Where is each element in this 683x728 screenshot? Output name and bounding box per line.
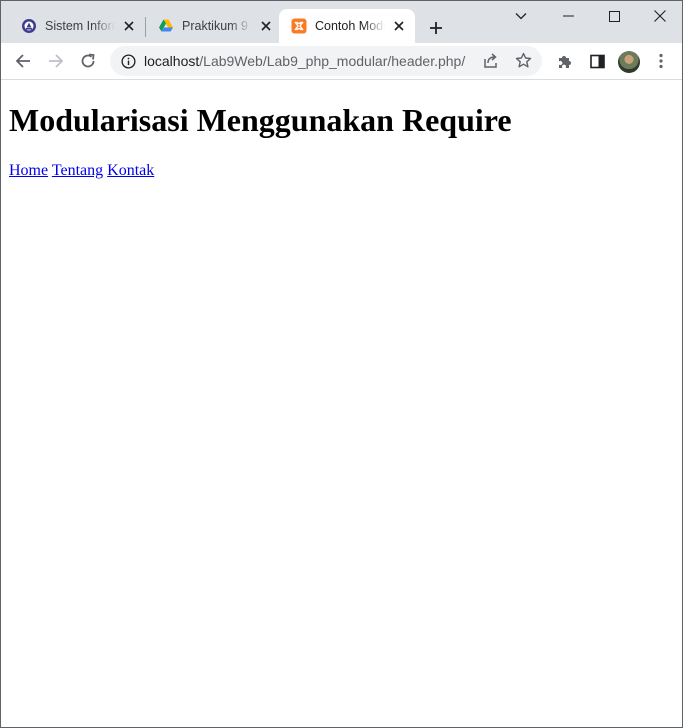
tab-contoh-modularisasi[interactable]: Contoh Modularisasi	[279, 9, 415, 43]
page-heading: Modularisasi Menggunakan Require	[9, 102, 512, 138]
site-info-icon[interactable]	[114, 47, 142, 75]
tab-sistem-informasi[interactable]: Sistem Informasi	[9, 9, 145, 43]
university-logo-icon	[21, 18, 37, 34]
maximize-button[interactable]	[591, 1, 637, 31]
reload-button[interactable]	[74, 47, 102, 75]
minimize-button[interactable]	[545, 1, 591, 31]
profile-avatar[interactable]	[618, 51, 640, 73]
close-tab-icon[interactable]	[256, 16, 276, 36]
tab-search-button[interactable]	[498, 1, 544, 31]
extensions-button[interactable]	[550, 47, 578, 75]
tab-strip: Sistem Informasi Praktikum 9 dan 10 Cont…	[1, 1, 682, 43]
nav-link-home[interactable]: Home	[9, 162, 48, 179]
close-window-button[interactable]	[637, 1, 682, 31]
maximize-icon	[608, 10, 620, 22]
new-tab-button[interactable]	[424, 16, 448, 40]
share-icon[interactable]	[482, 52, 499, 74]
browser-window: Sistem Informasi Praktikum 9 dan 10 Cont…	[0, 0, 683, 728]
nav-links: Home Tentang Kontak	[9, 161, 674, 180]
bookmark-star-icon[interactable]	[515, 52, 532, 74]
address-bar[interactable]: localhost/Lab9Web/Lab9_php_modular/heade…	[110, 46, 542, 76]
page-content: Modularisasi Menggunakan Require Home Te…	[1, 81, 682, 727]
close-tab-icon[interactable]	[389, 16, 409, 36]
tab-title: Contoh Modularisasi	[315, 19, 385, 33]
tab-title: Praktikum 9 dan 10	[182, 19, 252, 33]
side-panel-icon	[589, 54, 605, 68]
menu-button[interactable]	[647, 47, 675, 75]
nav-link-tentang[interactable]: Tentang	[52, 162, 103, 179]
forward-button[interactable]	[42, 47, 70, 75]
url-host: localhost	[144, 53, 200, 69]
tab-title: Sistem Informasi	[45, 19, 115, 33]
tab-praktikum[interactable]: Praktikum 9 dan 10	[146, 9, 282, 43]
puzzle-icon	[558, 55, 571, 68]
back-button[interactable]	[9, 47, 37, 75]
url-text[interactable]: localhost/Lab9Web/Lab9_php_modular/heade…	[144, 53, 465, 69]
reload-icon	[81, 53, 95, 68]
plus-icon	[430, 22, 442, 34]
side-panel-button[interactable]	[583, 47, 611, 75]
nav-link-kontak[interactable]: Kontak	[107, 162, 154, 179]
close-icon	[654, 10, 666, 22]
xampp-icon	[291, 18, 307, 34]
arrow-right-icon	[49, 54, 64, 68]
minimize-icon	[562, 15, 574, 17]
kebab-menu-icon	[659, 53, 663, 69]
arrow-left-icon	[15, 54, 30, 68]
browser-toolbar: localhost/Lab9Web/Lab9_php_modular/heade…	[1, 43, 682, 80]
url-path: /Lab9Web/Lab9_php_modular/header.php/	[199, 53, 466, 69]
google-drive-icon	[158, 18, 174, 34]
chevron-down-icon	[515, 13, 527, 20]
close-tab-icon[interactable]	[119, 16, 139, 36]
